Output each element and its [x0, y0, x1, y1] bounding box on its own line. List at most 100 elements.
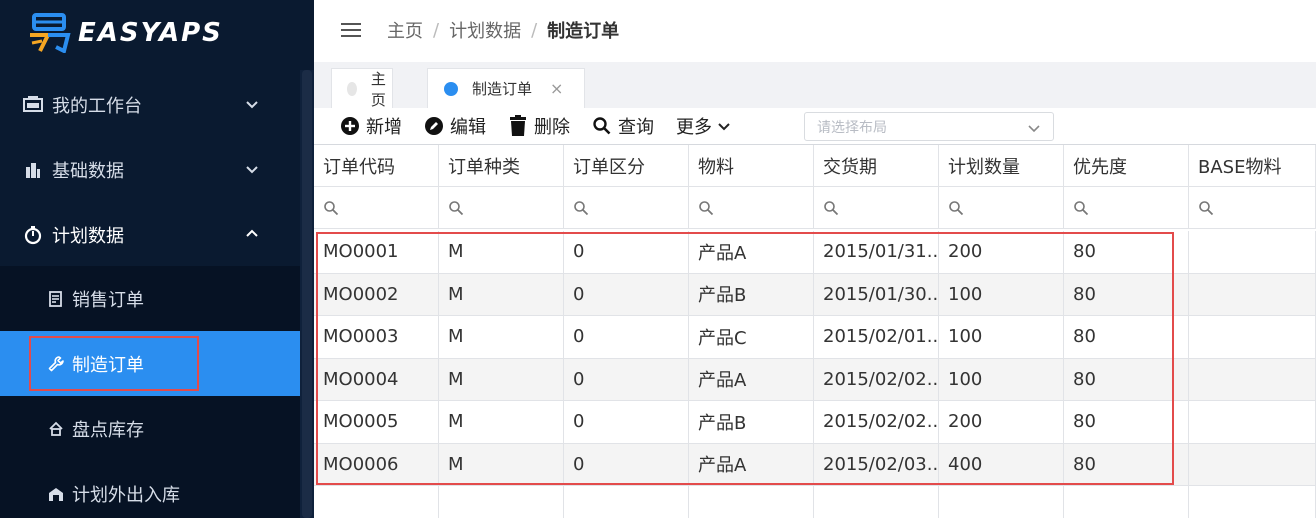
table-cell[interactable]: 100 [939, 358, 1064, 401]
table-cell[interactable] [1189, 231, 1316, 274]
tab-home[interactable]: 主页 [331, 68, 393, 109]
column-filter[interactable] [564, 187, 689, 229]
grid-empty-row [314, 485, 1316, 518]
table-cell[interactable]: 2015/02/02... [814, 358, 939, 401]
breadcrumb-separator: / [531, 19, 538, 41]
table-cell[interactable]: MO0005 [314, 401, 439, 444]
close-icon[interactable]: × [550, 79, 563, 98]
column-filter[interactable] [314, 187, 439, 229]
table-row[interactable]: MO0004 M 0 产品A 2015/02/02... 100 80 [314, 358, 1316, 401]
table-cell[interactable]: M [439, 273, 564, 316]
column-filter[interactable] [1189, 187, 1316, 229]
table-row[interactable]: MO0002 M 0 产品B 2015/01/30... 100 80 [314, 273, 1316, 316]
table-cell[interactable]: 80 [1064, 401, 1189, 444]
table-cell[interactable]: 200 [939, 231, 1064, 274]
table-cell[interactable]: 400 [939, 443, 1064, 486]
table-cell[interactable]: M [439, 401, 564, 444]
breadcrumb-plan-data[interactable]: 计划数据 [449, 17, 521, 43]
column-filter[interactable] [1064, 187, 1189, 229]
table-cell[interactable]: 产品A [689, 358, 814, 401]
sidebar-item-label: 销售订单 [72, 289, 144, 311]
column-filter[interactable] [939, 187, 1064, 229]
table-cell[interactable]: 80 [1064, 231, 1189, 274]
table-cell[interactable]: 80 [1064, 273, 1189, 316]
table-row[interactable]: MO0001 M 0 产品A 2015/01/31... 200 80 [314, 231, 1316, 274]
table-cell[interactable]: 产品A [689, 443, 814, 486]
column-header[interactable]: 订单种类 [439, 145, 564, 187]
column-filter[interactable] [439, 187, 564, 229]
table-cell[interactable]: MO0003 [314, 316, 439, 359]
table-cell[interactable]: 2015/01/31... [814, 231, 939, 274]
table-cell[interactable]: M [439, 316, 564, 359]
column-header[interactable]: 优先度 [1064, 145, 1189, 187]
menu-toggle-icon[interactable] [341, 21, 363, 39]
column-header[interactable]: 订单代码 [314, 145, 439, 187]
table-cell[interactable]: 80 [1064, 316, 1189, 359]
table-cell[interactable]: 100 [939, 316, 1064, 359]
add-button[interactable]: 新增 [340, 113, 402, 139]
table-cell[interactable]: 0 [564, 443, 689, 486]
table-cell[interactable]: 产品B [689, 401, 814, 444]
table-cell[interactable]: 80 [1064, 358, 1189, 401]
sidebar-item-unplanned-io[interactable]: 计划外出入库 [0, 461, 300, 518]
query-label: 查询 [618, 117, 654, 138]
table-cell[interactable] [1189, 358, 1316, 401]
table-cell[interactable]: 0 [564, 231, 689, 274]
table-cell[interactable]: MO0001 [314, 231, 439, 274]
column-header[interactable]: 交货期 [814, 145, 939, 187]
column-header[interactable]: BASE物料 [1189, 145, 1316, 187]
column-header[interactable]: 计划数量 [939, 145, 1064, 187]
sidebar-item-sales-order[interactable]: 销售订单 [0, 266, 300, 331]
scrollbar-thumb[interactable] [302, 70, 312, 518]
table-cell[interactable]: M [439, 358, 564, 401]
column-filter[interactable] [814, 187, 939, 229]
sidebar-item-label: 盘点库存 [72, 419, 144, 441]
layout-select[interactable]: 请选择布局 [804, 112, 1054, 141]
table-cell[interactable] [1189, 443, 1316, 486]
column-filter[interactable] [689, 187, 814, 229]
table-cell[interactable]: 0 [564, 401, 689, 444]
sidebar-item-basic-data[interactable]: 基础数据 [0, 137, 300, 202]
table-cell[interactable]: M [439, 443, 564, 486]
breadcrumb-home[interactable]: 主页 [387, 17, 423, 43]
table-cell[interactable]: 产品C [689, 316, 814, 359]
table-cell[interactable]: 0 [564, 316, 689, 359]
delete-button[interactable]: 删除 [508, 113, 570, 139]
sidebar-item-manufacturing-order[interactable]: 制造订单 [0, 331, 300, 396]
table-cell[interactable] [1189, 273, 1316, 316]
home-icon [46, 419, 66, 439]
table-cell[interactable] [1189, 401, 1316, 444]
table-cell[interactable]: 0 [564, 358, 689, 401]
table-row[interactable]: MO0003 M 0 产品C 2015/02/01... 100 80 [314, 316, 1316, 359]
chevron-down-icon [1027, 121, 1041, 135]
sidebar-scrollbar[interactable] [300, 70, 314, 518]
table-cell[interactable]: MO0006 [314, 443, 439, 486]
table-cell[interactable]: 2015/01/30... [814, 273, 939, 316]
search-icon [573, 200, 589, 216]
table-row[interactable]: MO0006 M 0 产品A 2015/02/03... 400 80 [314, 443, 1316, 486]
column-header[interactable]: 物料 [689, 145, 814, 187]
tab-manufacturing-order[interactable]: 制造订单 × [427, 68, 585, 108]
chevron-up-icon [244, 226, 260, 242]
table-cell[interactable]: 产品B [689, 273, 814, 316]
column-header[interactable]: 订单区分 [564, 145, 689, 187]
table-cell[interactable]: 200 [939, 401, 1064, 444]
edit-button[interactable]: 编辑 [424, 113, 486, 139]
table-cell[interactable]: M [439, 231, 564, 274]
table-cell[interactable]: 2015/02/01... [814, 316, 939, 359]
table-cell[interactable]: MO0002 [314, 273, 439, 316]
table-cell[interactable]: 产品A [689, 231, 814, 274]
more-dropdown[interactable]: 更多 [676, 113, 740, 139]
sidebar-item-workbench[interactable]: 我的工作台 [0, 72, 300, 137]
query-button[interactable]: 查询 [592, 113, 654, 139]
table-cell[interactable]: 2015/02/02... [814, 401, 939, 444]
table-cell[interactable]: 2015/02/03... [814, 443, 939, 486]
sidebar-item-inventory-count[interactable]: 盘点库存 [0, 396, 300, 461]
table-cell[interactable]: 0 [564, 273, 689, 316]
table-cell[interactable]: MO0004 [314, 358, 439, 401]
sidebar-item-plan-data[interactable]: 计划数据 [0, 202, 300, 267]
table-row[interactable]: MO0005 M 0 产品B 2015/02/02... 200 80 [314, 401, 1316, 444]
table-cell[interactable]: 80 [1064, 443, 1189, 486]
table-cell[interactable]: 100 [939, 273, 1064, 316]
table-cell[interactable] [1189, 316, 1316, 359]
